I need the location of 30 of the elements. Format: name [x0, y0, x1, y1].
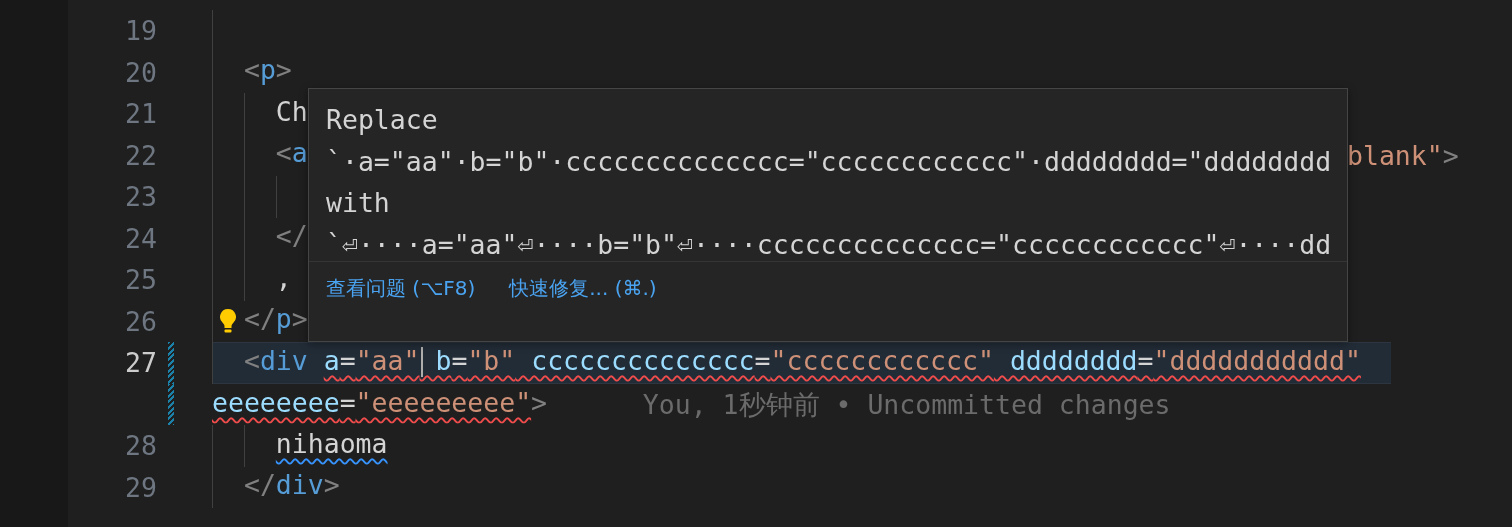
line-number: 23 [124, 180, 157, 214]
code-text: `·a="aa"·b="b"·cccccccccccccc="cccccccccccc"·dddddddd="dddddddd [326, 144, 1333, 179]
action-link[interactable]: 快速修复... (⌘.) [509, 274, 657, 302]
line-number: 20 [124, 55, 157, 90]
code-line: , [275, 260, 292, 295]
line-number: 28 [124, 429, 157, 463]
blame-annotation: You, 1秒钟前 • Uncommitted changes [642, 387, 1171, 422]
action-link[interactable]: 查看问题 (⌥F8) [326, 274, 476, 302]
lightbulb-icon[interactable] [219, 307, 237, 334]
code-line: nihaoma [275, 426, 388, 461]
line-number: 19 [124, 14, 157, 48]
code-line: Ch [275, 94, 308, 129]
code-line: </div> [243, 468, 340, 503]
code-text: `⏎····a="aa"⏎····b="b"⏎····cccccccccccccc="cccccccccccc"⏎····dd [326, 227, 1333, 262]
line-number: 29 [124, 470, 157, 505]
line-number: 24 [124, 221, 157, 256]
code-line: <p> [243, 53, 292, 88]
hover-label: with [326, 186, 391, 220]
code-line: </p> [243, 302, 308, 337]
code-line: blank"> [1347, 138, 1459, 173]
line-number: 21 [124, 97, 157, 131]
line-number: 22 [124, 138, 157, 173]
code-line: </ [275, 219, 308, 254]
code-line: <a [275, 136, 308, 171]
line-number: 26 [124, 304, 157, 339]
hover-title: Replace [326, 103, 439, 137]
line-number: 25 [124, 263, 157, 297]
code-line: eeeeeeee="eeeeeeeee"> [212, 385, 548, 420]
line-number: 27 [124, 346, 157, 380]
code-line: <div a="aa" b="b" cccccccccccccc="cccccccccccc" dddddddd="ddddddddddd" [243, 343, 1361, 380]
